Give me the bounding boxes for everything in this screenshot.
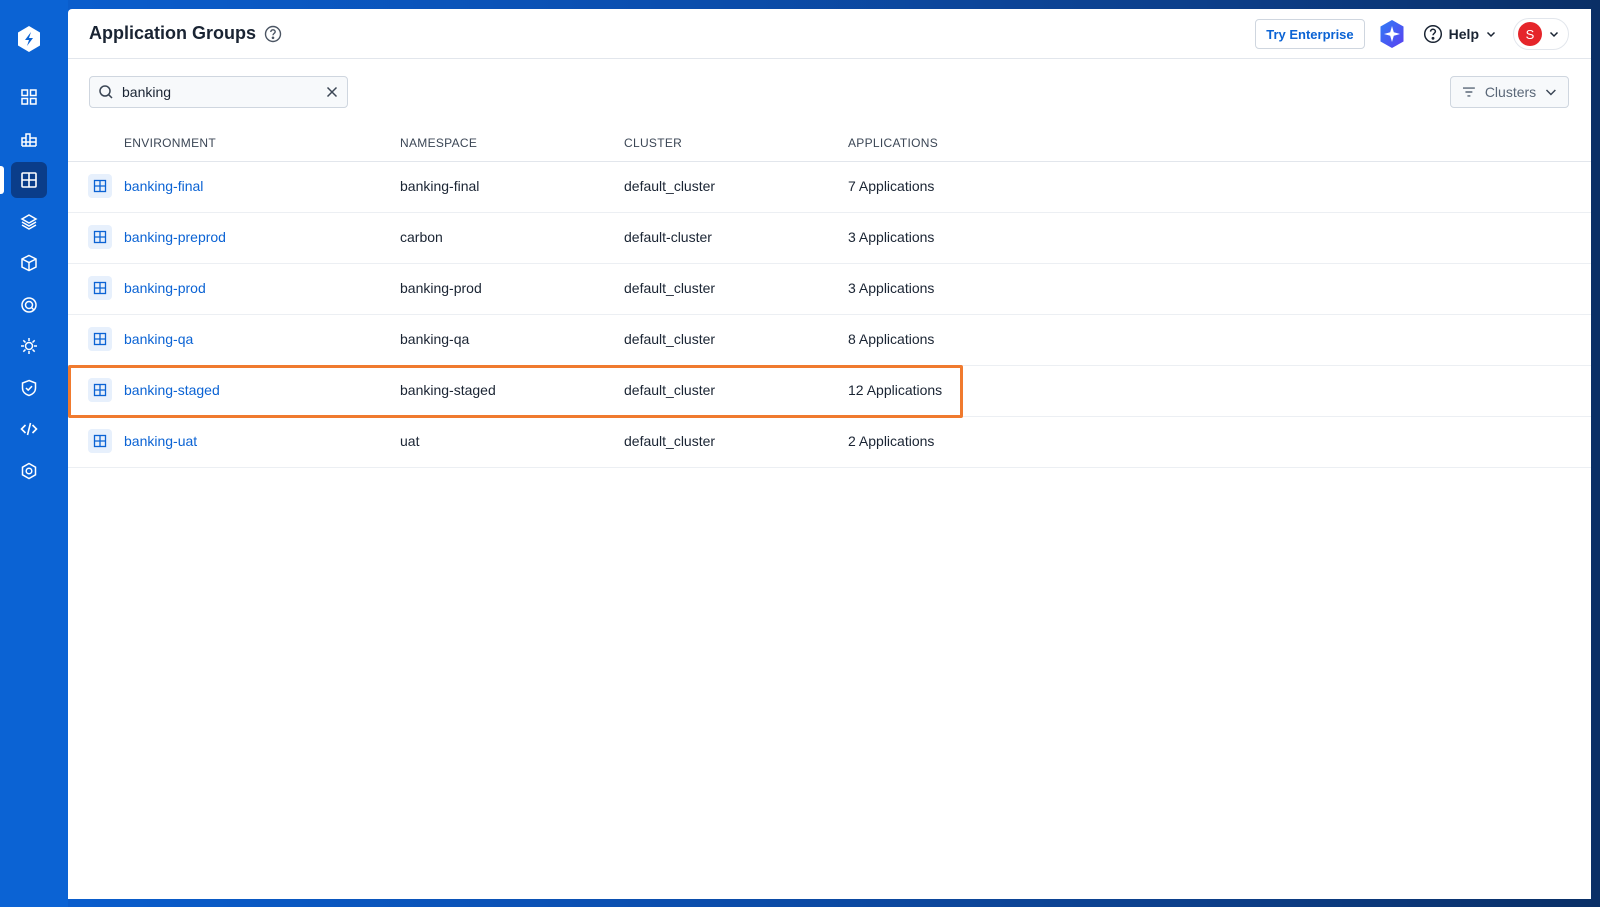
question-circle-icon[interactable] xyxy=(264,25,282,43)
namespace-cell: uat xyxy=(400,433,420,449)
nav-resources[interactable] xyxy=(11,245,47,281)
help-circle-icon xyxy=(1423,24,1442,44)
clear-search-icon[interactable] xyxy=(325,85,339,99)
header-actions: Try Enterprise Help S xyxy=(1255,9,1569,59)
clusters-filter-label: Clusters xyxy=(1484,84,1537,100)
nav-charts[interactable] xyxy=(11,121,47,157)
column-header-cluster[interactable]: CLUSTER xyxy=(624,136,682,150)
ai-assistant-button[interactable] xyxy=(1377,19,1407,49)
help-label: Help xyxy=(1448,26,1479,42)
nav-security-scans[interactable] xyxy=(11,287,47,323)
table-row[interactable]: banking-qa banking-qa default_cluster 8 … xyxy=(68,315,1591,366)
cluster-cell: default_cluster xyxy=(624,331,716,347)
profile-menu[interactable]: S xyxy=(1513,18,1569,50)
environments-table: ENVIRONMENT NAMESPACE CLUSTER APPLICATIO… xyxy=(68,127,1591,468)
environment-link[interactable]: banking-preprod xyxy=(124,229,226,245)
nav-clusters[interactable] xyxy=(11,328,47,364)
table-row[interactable]: banking-preprod carbon default-cluster 3… xyxy=(68,213,1591,264)
cluster-cell: default_cluster xyxy=(624,280,716,296)
table-row[interactable]: banking-uat uat default_cluster 2 Applic… xyxy=(68,417,1591,468)
application-group-icon xyxy=(88,429,112,453)
namespace-cell: banking-final xyxy=(400,178,480,194)
cluster-cell: default_cluster xyxy=(624,178,716,194)
table-header: ENVIRONMENT NAMESPACE CLUSTER APPLICATIO… xyxy=(68,127,1591,162)
namespace-cell: banking-staged xyxy=(400,382,496,398)
clusters-filter-button[interactable]: Clusters xyxy=(1450,76,1569,108)
environment-link[interactable]: banking-final xyxy=(124,178,203,194)
sparkle-icon xyxy=(1380,20,1404,48)
try-enterprise-button[interactable]: Try Enterprise xyxy=(1255,19,1365,49)
search-box xyxy=(89,76,348,108)
nav-overview[interactable] xyxy=(11,79,47,115)
application-group-icon xyxy=(88,327,112,351)
overview-icon xyxy=(21,89,37,105)
chart-icon xyxy=(21,133,37,147)
devtron-logo-icon[interactable] xyxy=(14,24,44,54)
applications-cell: 12 Applications xyxy=(848,382,943,398)
main-panel: Application Groups Try Enterprise Help S… xyxy=(68,9,1591,899)
environment-link[interactable]: banking-uat xyxy=(124,433,197,449)
search-input[interactable] xyxy=(122,84,325,100)
column-header-namespace[interactable]: NAMESPACE xyxy=(400,136,477,150)
help-menu[interactable]: Help xyxy=(1419,24,1501,44)
package-icon xyxy=(21,254,37,272)
namespace-cell: banking-qa xyxy=(400,331,470,347)
cluster-cell: default_cluster xyxy=(624,382,716,398)
applications-cell: 8 Applications xyxy=(848,331,935,347)
namespace-cell: banking-prod xyxy=(400,280,482,296)
chevron-down-icon xyxy=(1549,31,1559,38)
nav-code[interactable] xyxy=(11,411,47,447)
cluster-cell: default_cluster xyxy=(624,433,716,449)
application-group-icon xyxy=(88,276,112,300)
filter-icon xyxy=(1462,87,1475,97)
column-header-environment[interactable]: ENVIRONMENT xyxy=(124,136,216,150)
application-group-icon xyxy=(88,174,112,198)
code-icon xyxy=(20,422,38,436)
shield-icon xyxy=(21,379,37,397)
environment-link[interactable]: banking-qa xyxy=(124,331,193,347)
column-header-applications[interactable]: APPLICATIONS xyxy=(848,136,938,150)
page-title: Application Groups xyxy=(89,23,257,43)
application-group-icon xyxy=(88,378,112,402)
settings-icon xyxy=(21,462,37,480)
environment-link[interactable]: banking-staged xyxy=(124,382,220,398)
layers-icon xyxy=(20,214,38,230)
environment-link[interactable]: banking-prod xyxy=(124,280,206,296)
chevron-down-icon xyxy=(1486,31,1496,38)
page-header: Application Groups Try Enterprise Help S xyxy=(68,9,1591,59)
nav-global-configurations[interactable] xyxy=(11,453,47,489)
sidebar xyxy=(0,0,68,907)
cluster-cell: default-cluster xyxy=(624,229,712,245)
table-row[interactable]: banking-prod banking-prod default_cluste… xyxy=(68,264,1591,315)
application-group-icon xyxy=(88,225,112,249)
chevron-down-icon xyxy=(1546,89,1557,96)
avatar: S xyxy=(1518,22,1542,46)
applications-cell: 3 Applications xyxy=(848,280,935,296)
search-icon xyxy=(99,85,113,99)
table-row[interactable]: banking-staged banking-staged default_cl… xyxy=(68,366,1591,417)
cluster-icon xyxy=(21,338,37,354)
application-groups-icon xyxy=(21,172,37,188)
namespace-cell: carbon xyxy=(400,229,443,245)
applications-cell: 3 Applications xyxy=(848,229,935,245)
nav-application-groups[interactable] xyxy=(0,162,47,198)
table-row[interactable]: banking-final banking-final default_clus… xyxy=(68,162,1591,213)
applications-cell: 7 Applications xyxy=(848,178,935,194)
security-scan-icon xyxy=(21,297,37,313)
applications-cell: 2 Applications xyxy=(848,433,935,449)
nav-security[interactable] xyxy=(11,370,47,406)
nav-releases[interactable] xyxy=(11,204,47,240)
